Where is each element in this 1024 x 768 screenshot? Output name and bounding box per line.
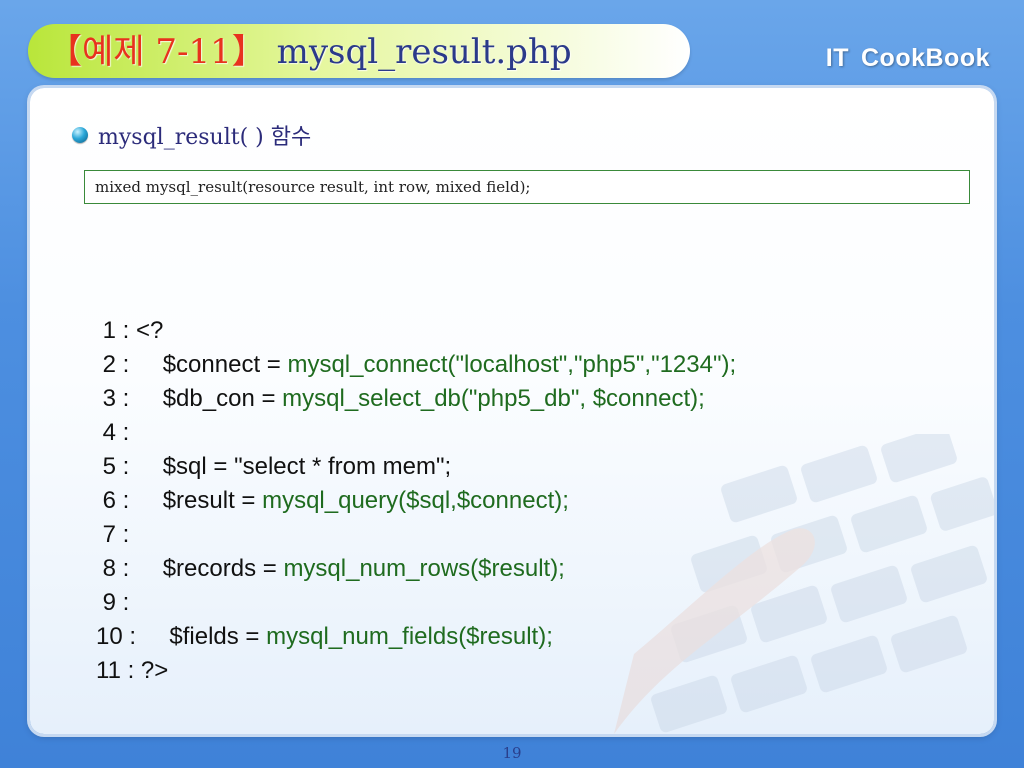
code-text: $result = <box>136 487 263 514</box>
code-line: 10 : $fields = mysql_num_fields($result)… <box>96 620 736 654</box>
code-line-number: 8 : <box>96 555 137 582</box>
code-line-number: 7 : <box>96 521 137 548</box>
code-text: $records = <box>136 555 284 582</box>
code-line: 3 : $db_con = mysql_select_db("php5_db",… <box>96 382 736 416</box>
code-line-number: 2 : <box>96 351 137 378</box>
code-listing: 1 : <? 2 : $connect = mysql_connect("loc… <box>96 314 736 688</box>
code-line-number: 3 : <box>96 385 137 412</box>
code-line: 5 : $sql = "select * from mem"; <box>96 450 736 484</box>
code-line: 2 : $connect = mysql_connect("localhost"… <box>96 348 737 382</box>
code-line-number: 9 : <box>96 589 137 616</box>
code-line: 1 : <? <box>96 314 736 348</box>
code-function-call: mysql_num_rows($result); <box>283 555 565 582</box>
code-line: 9 : <box>96 586 736 620</box>
code-line-number: 5 : <box>96 453 137 480</box>
code-text: <? <box>136 317 164 344</box>
bullet-label: mysql_result( ) 함수 <box>98 125 312 150</box>
code-function-call: mysql_connect("localhost","php5","1234")… <box>287 351 737 378</box>
code-text: $fields = <box>142 623 267 650</box>
function-syntax-box: mixed mysql_result(resource result, int … <box>84 170 970 204</box>
slide-title: 【예제 7-11】 mysql_result.php <box>48 30 572 74</box>
code-line: 11 : ?> <box>96 654 736 688</box>
code-line-number: 1 : <box>96 317 137 344</box>
bullet-item: mysql_result( ) 함수 <box>72 120 311 150</box>
code-text: $db_con = <box>136 385 283 412</box>
code-function-call: mysql_query($sql,$connect); <box>262 487 569 514</box>
code-line: 4 : <box>96 416 736 450</box>
code-line: 7 : <box>96 518 736 552</box>
title-example-number: 【예제 7-11】 <box>48 32 266 72</box>
code-line-number: 11 : <box>96 657 141 684</box>
title-filename: mysql_result.php <box>276 32 572 72</box>
code-line-number: 4 : <box>96 419 137 446</box>
code-function-call: mysql_num_fields($result); <box>266 623 553 650</box>
brand-logo: IT CookBook <box>826 44 990 73</box>
code-function-call: mysql_select_db("php5_db", $connect); <box>282 385 705 412</box>
code-text: ?> <box>140 657 169 684</box>
brand-it: IT <box>825 44 849 72</box>
code-line: 8 : $records = mysql_num_rows($result); <box>96 552 736 586</box>
function-syntax: mixed mysql_result(resource result, int … <box>95 178 531 196</box>
code-text: $connect = <box>136 351 288 378</box>
code-text: $sql = "select * from mem"; <box>136 453 452 480</box>
brand-cookbook: CookBook <box>861 44 990 72</box>
code-line-number: 6 : <box>96 487 137 514</box>
page-number: 19 <box>502 744 522 762</box>
bullet-icon <box>72 127 88 143</box>
code-line: 6 : $result = mysql_query($sql,$connect)… <box>96 484 736 518</box>
code-line-number: 10 : <box>96 623 143 650</box>
